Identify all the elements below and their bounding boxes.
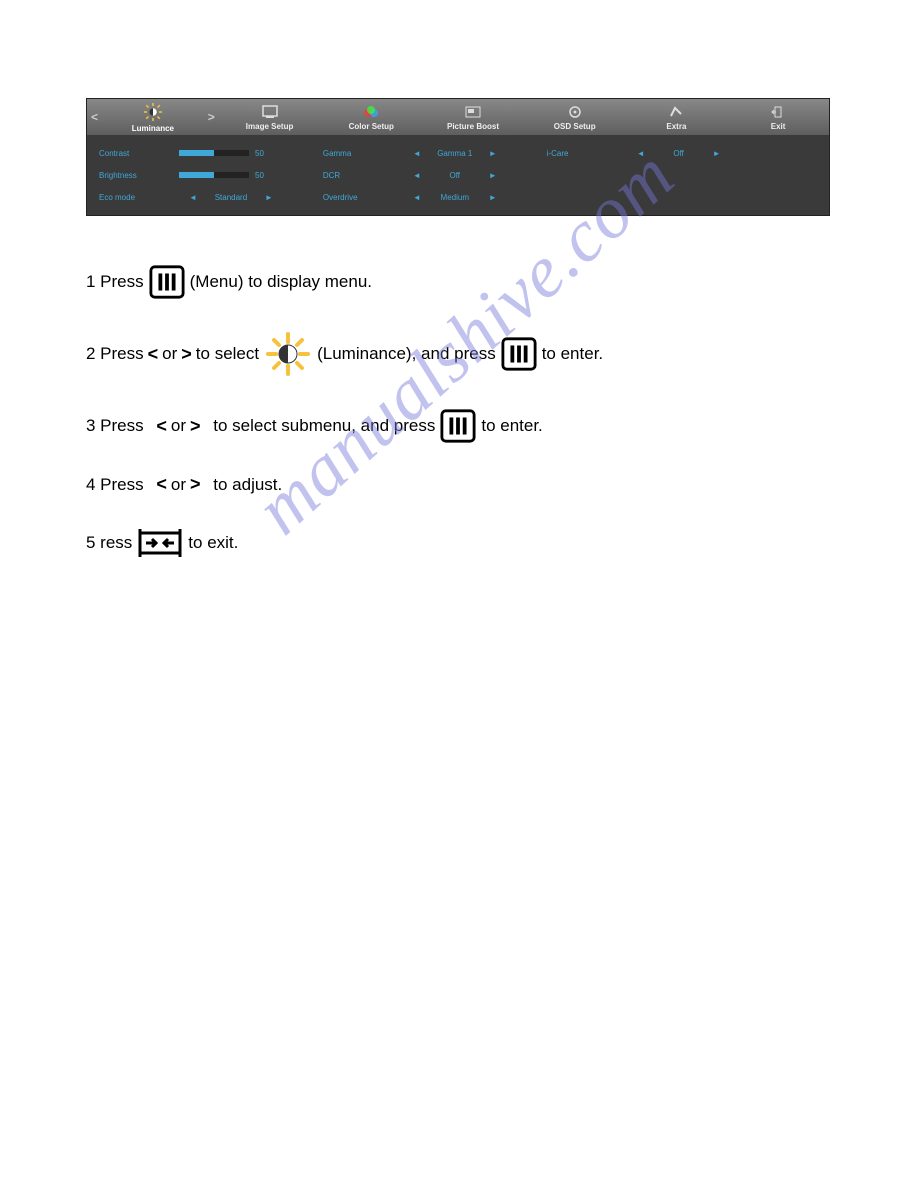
text: to enter. (481, 416, 542, 436)
arrow-right-icon: ► (479, 193, 507, 202)
text: to adjust. (213, 475, 282, 495)
exit-icon (770, 105, 786, 121)
luminance-icon (263, 330, 313, 378)
osd-panel: < (86, 98, 830, 216)
tab-label: OSD Setup (554, 122, 596, 131)
text: or (171, 475, 186, 495)
icare-row[interactable]: i-Care ◄ Off ► (547, 145, 731, 161)
menu-button-icon (500, 336, 538, 372)
setting-label: DCR (323, 171, 403, 180)
arrow-left-icon: ◄ (179, 193, 207, 202)
gamma-row[interactable]: Gamma ◄ Gamma 1 ► (323, 145, 507, 161)
arrow-left-icon: ◄ (627, 149, 655, 158)
text: 3 Press (86, 416, 144, 436)
setting-value: Standard (207, 193, 255, 202)
luminance-icon (143, 103, 163, 123)
dcr-row[interactable]: DCR ◄ Off ► (323, 167, 507, 183)
arrow-left-icon: ◄ (403, 193, 431, 202)
tab-picture-boost[interactable]: Picture Boost (422, 103, 524, 131)
text: 5 ress (86, 533, 132, 553)
greater-than-icon: > (190, 416, 201, 437)
setting-label: Brightness (99, 171, 179, 180)
setting-label: Eco mode (99, 193, 179, 202)
menu-button-icon (439, 408, 477, 444)
arrow-left-icon: ◄ (403, 149, 431, 158)
slider-fill (179, 172, 214, 178)
arrow-right-icon: ► (479, 171, 507, 180)
text: (Luminance), and press (317, 344, 496, 364)
text: 4 Press (86, 475, 144, 495)
slider-track (179, 172, 249, 178)
tab-extra[interactable]: Extra (626, 103, 728, 131)
extra-icon (668, 105, 684, 121)
arrow-left-icon: ◄ (403, 171, 431, 180)
arrow-right-icon: ► (255, 193, 283, 202)
step-5: 5 ress to exit. (86, 525, 832, 561)
text: or (162, 344, 177, 364)
slider-track (179, 150, 249, 156)
arrow-right-icon: ► (703, 149, 731, 158)
greater-than-icon: > (181, 344, 192, 365)
less-than-icon: < (156, 416, 167, 437)
tab-arrow-left-icon: < (87, 110, 102, 124)
contrast-row[interactable]: Contrast 50 (99, 145, 283, 161)
tab-color-setup[interactable]: Color Setup (320, 103, 422, 131)
text: to enter. (542, 344, 603, 364)
image-setup-icon (262, 105, 278, 121)
text: 2 Press (86, 344, 144, 364)
tab-osd-setup[interactable]: OSD Setup (524, 103, 626, 131)
text: to select submenu, and press (213, 416, 435, 436)
step-3: 3 Press < or > to select submenu, and pr… (86, 408, 832, 444)
setting-value: Medium (431, 193, 479, 202)
tab-label: Exit (771, 122, 786, 131)
tab-label: Picture Boost (447, 122, 499, 131)
text: to exit. (188, 533, 238, 553)
tab-luminance[interactable]: Luminance (102, 101, 204, 133)
setting-label: Gamma (323, 149, 403, 158)
picture-boost-icon (465, 105, 481, 121)
tab-label: Extra (666, 122, 686, 131)
text: (Menu) to display menu. (190, 272, 372, 292)
menu-button-icon (148, 264, 186, 300)
osd-setup-icon (567, 105, 583, 121)
auto-exit-icon (136, 525, 184, 561)
eco-mode-row[interactable]: Eco mode ◄ Standard ► (99, 189, 283, 205)
step-1: 1 Press (Menu) to display menu. (86, 264, 832, 300)
step-4: 4 Press < or > to adjust. (86, 474, 832, 495)
setting-value: 50 (255, 171, 279, 180)
overdrive-row[interactable]: Overdrive ◄ Medium ► (323, 189, 507, 205)
slider-fill (179, 150, 214, 156)
osd-tabs: < (87, 99, 829, 135)
setting-value: 50 (255, 149, 279, 158)
tab-label: Luminance (132, 124, 174, 133)
color-setup-icon (363, 105, 379, 121)
greater-than-icon: > (190, 474, 201, 495)
less-than-icon: < (156, 474, 167, 495)
arrow-right-icon: ► (479, 149, 507, 158)
setting-value: Gamma 1 (431, 149, 479, 158)
setting-label: Overdrive (323, 193, 403, 202)
less-than-icon: < (148, 344, 159, 365)
tab-exit[interactable]: Exit (727, 103, 829, 131)
text: or (171, 416, 186, 436)
setting-value: Off (431, 171, 479, 180)
tab-image-setup[interactable]: Image Setup (219, 103, 321, 131)
setting-label: Contrast (99, 149, 179, 158)
tab-label: Color Setup (349, 122, 394, 131)
instructions: 1 Press (Menu) to display menu. 2 Press … (86, 264, 832, 561)
setting-label: i-Care (547, 149, 627, 158)
step-2: 2 Press < or > to select (86, 330, 832, 378)
tab-label: Image Setup (246, 122, 294, 131)
tab-arrow-right-icon: > (204, 110, 219, 124)
brightness-row[interactable]: Brightness 50 (99, 167, 283, 183)
text: 1 Press (86, 272, 144, 292)
text: to select (196, 344, 259, 364)
setting-value: Off (655, 149, 703, 158)
